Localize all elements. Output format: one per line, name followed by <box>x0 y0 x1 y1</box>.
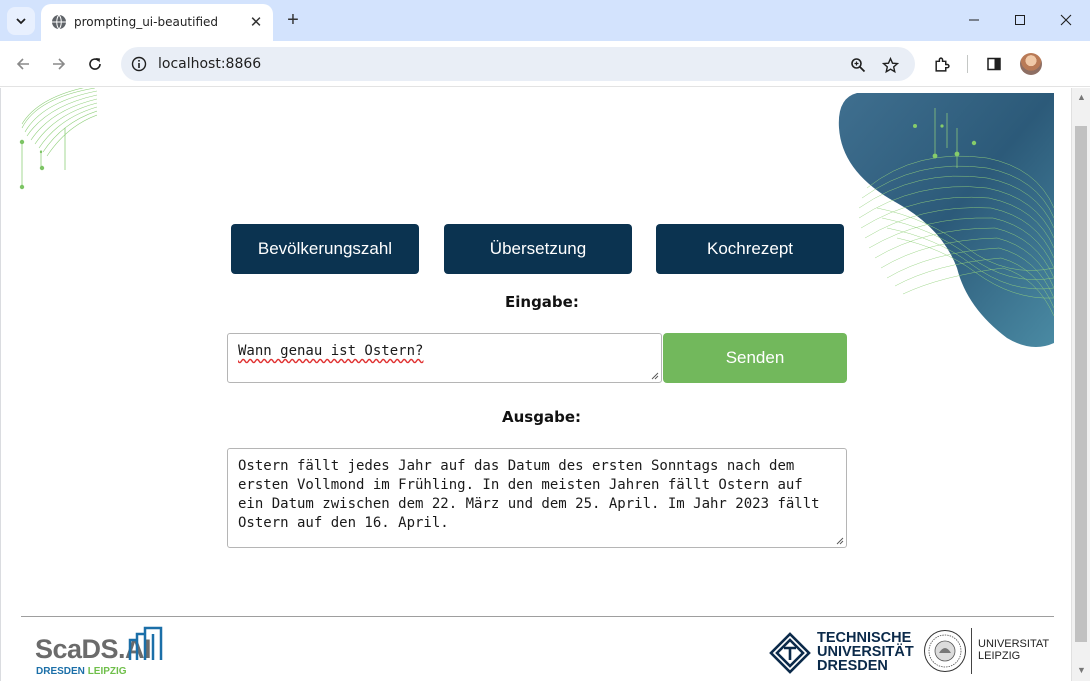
preset-button-bevoelkerungszahl[interactable]: Bevölkerungszahl <box>231 224 419 274</box>
leipzig-line-1: UNIVERSITAT <box>978 638 1050 650</box>
tu-dresden-logo: TECHNISCHE UNIVERSITÄT DRESDEN <box>769 630 914 675</box>
scroll-up-icon[interactable]: ▲ <box>1077 92 1086 102</box>
preset-button-kochrezept[interactable]: Kochrezept <box>656 224 844 274</box>
uni-leipzig-text: UNIVERSITAT LEIPZIG <box>978 638 1049 662</box>
avatar[interactable] <box>1020 53 1042 75</box>
scroll-down-icon[interactable]: ▼ <box>1077 665 1086 675</box>
tud-line-3: DRESDEN <box>817 658 888 674</box>
toolbar-divider <box>967 55 968 73</box>
address-bar[interactable]: localhost:8866 <box>121 47 915 81</box>
forward-arrow-icon[interactable] <box>48 53 70 75</box>
maximize-icon[interactable] <box>1008 8 1032 32</box>
resize-handle-icon[interactable] <box>651 372 659 380</box>
minimize-icon[interactable] <box>962 8 986 32</box>
leipzig-line-2: LEIPZIG <box>978 650 1021 662</box>
star-icon[interactable] <box>880 55 900 75</box>
extensions-icon[interactable] <box>930 53 952 75</box>
scads-logo-bars-icon <box>128 626 163 660</box>
tab-title: prompting_ui-beautified <box>74 15 219 29</box>
tu-dresden-emblem-icon <box>769 632 811 674</box>
site-info-icon[interactable] <box>131 56 147 72</box>
preset-button-uebersetzung[interactable]: Übersetzung <box>444 224 632 274</box>
scads-city-dresden: DRESDEN <box>36 666 85 677</box>
scads-city-leipzig: LEIPZIG <box>87 666 127 677</box>
globe-favicon-icon <box>52 14 66 30</box>
new-tab-button[interactable]: + <box>283 10 303 30</box>
close-tab-icon[interactable]: ✕ <box>247 13 265 31</box>
tud-line-1: TECHNISCHE <box>817 630 912 646</box>
browser-toolbar: localhost:8866 <box>0 41 1090 87</box>
output-label: Ausgabe: <box>502 408 581 426</box>
decorative-lines-top-left <box>19 88 97 190</box>
scrollbar-thumb[interactable] <box>1075 126 1087 642</box>
scads-cities: DRESDEN LEIPZIG <box>36 666 127 677</box>
input-text: Wann genau ist Ostern? <box>238 343 424 359</box>
scads-ai-logo: ScaDS.AI DRESDEN LEIPZIG <box>35 626 165 677</box>
send-button[interactable]: Senden <box>663 333 847 383</box>
side-panel-icon[interactable] <box>983 53 1005 75</box>
browser-tab[interactable]: prompting_ui-beautified ✕ <box>41 4 273 41</box>
output-text: Ostern fällt jedes Jahr auf das Datum de… <box>238 458 820 531</box>
resize-handle-icon[interactable] <box>836 537 844 545</box>
reload-icon[interactable] <box>84 53 106 75</box>
back-arrow-icon[interactable] <box>12 53 34 75</box>
leipzig-logo-divider <box>971 628 972 674</box>
tab-search-button[interactable] <box>7 7 35 35</box>
uni-leipzig-logo: UNIVERSITAT LEIPZIG <box>923 628 1053 676</box>
input-textarea[interactable]: Wann genau ist Ostern? <box>227 333 662 383</box>
tu-dresden-text: TECHNISCHE UNIVERSITÄT DRESDEN <box>817 630 914 674</box>
tab-bar: prompting_ui-beautified ✕ + <box>0 0 1090 41</box>
output-textarea[interactable]: Ostern fällt jedes Jahr auf das Datum de… <box>227 448 847 548</box>
chevron-down-icon <box>16 18 26 25</box>
tud-line-2: UNIVERSITÄT <box>817 644 914 660</box>
decorative-blob-top-right <box>838 93 1055 347</box>
window-close-icon[interactable] <box>1054 8 1078 32</box>
footer-divider <box>21 616 1054 617</box>
zoom-icon[interactable] <box>848 55 868 75</box>
page-scrollbar[interactable]: ▲ ▼ <box>1071 88 1090 681</box>
url-text: localhost:8866 <box>158 56 262 72</box>
input-label: Eingabe: <box>505 293 579 311</box>
page-viewport: Bevölkerungszahl Übersetzung Kochrezept … <box>0 88 1071 681</box>
uni-leipzig-seal-icon <box>924 630 966 672</box>
